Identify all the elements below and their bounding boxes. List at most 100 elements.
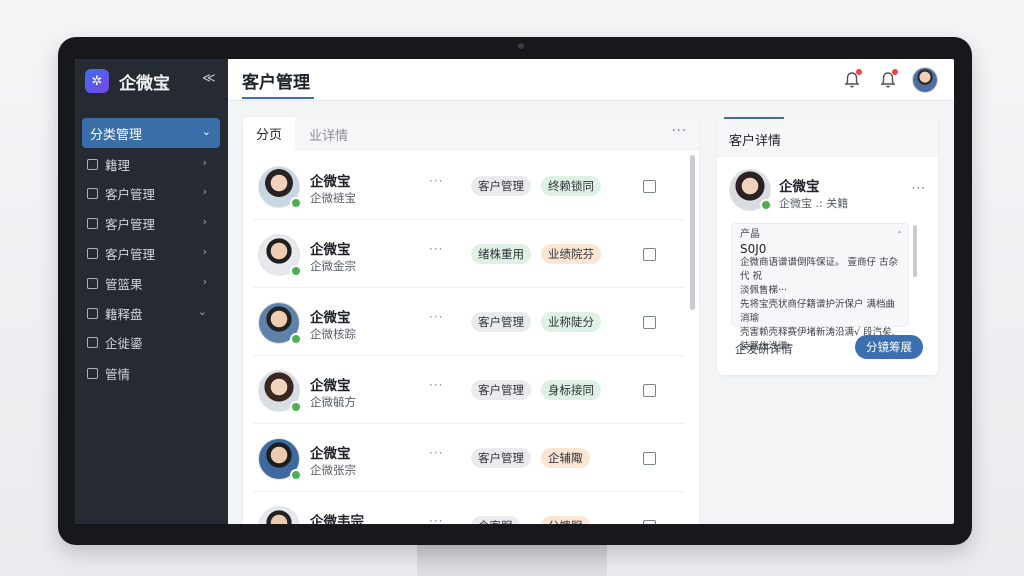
sidebar: ✲ 企微宝 ≪ 分类管理 ⌄ 籍理 › 客户管理 › 客户管理 › 客户管理 › (75, 59, 228, 524)
notes-box[interactable]: 产晶 ˆ S0J0 企微商语谱谱倒阵保证。 壹商仔 古杂代 祝 淡佩售梯··· … (731, 223, 909, 352)
detail-link[interactable]: 企发研详情 (735, 341, 793, 357)
notes-line: 企微商语谱谱倒阵保证。 壹商仔 古杂代 祝 (740, 257, 899, 282)
online-status-icon (760, 199, 772, 211)
notification-dot (856, 69, 862, 75)
collapse-sidebar-icon[interactable]: ≪ (202, 71, 216, 86)
sidebar-item[interactable]: 客户管理 › (87, 212, 215, 234)
tag: 业绩院芬 (541, 244, 601, 264)
chevron-right-icon: › (202, 215, 207, 228)
notes-label: 产晶 (740, 229, 760, 240)
detail-title: 客户详情 (729, 134, 782, 149)
chevron-right-icon: › (202, 156, 207, 169)
sidebar-item-label: 管情 (105, 366, 131, 382)
sidebar-item[interactable]: 企徙鎏 (87, 331, 215, 353)
caret-icon[interactable]: ˆ (897, 230, 902, 244)
customer-list-panel: 分页 业详情 ··· 企微宝 企微裢宝 ··· 客户管理 终赖锁同 企微宝 企微… (243, 117, 699, 524)
row-checkbox[interactable] (643, 452, 656, 465)
checkbox-icon (87, 277, 98, 289)
sidebar-item-label: 企徙鎏 (105, 335, 143, 351)
sidebar-item[interactable]: 籍释盘 ⌄ (87, 302, 215, 324)
notes-amount: S0J0 (740, 242, 767, 256)
sidebar-item[interactable]: 客户管理 › (87, 182, 215, 204)
notification-dot (892, 69, 898, 75)
tab-paging[interactable]: 分页 (243, 117, 295, 150)
user-avatar[interactable] (912, 67, 938, 93)
primary-button[interactable]: 分镜筹展 (855, 335, 923, 359)
more-icon[interactable]: ··· (429, 242, 443, 256)
table-row[interactable]: 企微韦宗 ··· 企客服 分馈服 (253, 492, 685, 524)
online-status-icon (290, 469, 302, 481)
sidebar-item-category-management[interactable]: 分类管理 ⌄ (82, 118, 220, 148)
more-icon[interactable]: ··· (429, 378, 443, 392)
tag: 终赖锁同 (541, 176, 601, 196)
chevron-down-icon: ⌄ (197, 305, 207, 318)
tag: 绪株重用 (471, 244, 531, 264)
tag: 客户管理 (471, 380, 531, 400)
checkbox-icon (87, 307, 98, 319)
scrollbar[interactable] (690, 155, 695, 310)
customer-subtitle: 企微金宗 (310, 259, 356, 273)
customer-name: 企微宝 (310, 242, 351, 258)
table-row[interactable]: 企微宝 企微金宗 ··· 绪株重用 业绩院芬 (253, 220, 685, 288)
tag: 企辅陬 (541, 448, 590, 468)
checkbox-icon (87, 367, 98, 379)
customer-subtitle: 企微裢宝 (310, 191, 356, 205)
monitor-stand (417, 540, 607, 576)
app-window: ✲ 企微宝 ≪ 分类管理 ⌄ 籍理 › 客户管理 › 客户管理 › 客户管理 › (75, 59, 954, 524)
customer-name: 企微宝 (310, 378, 351, 394)
online-status-icon (290, 197, 302, 209)
scrollbar[interactable] (913, 225, 917, 277)
title-underline (724, 117, 784, 119)
chevron-right-icon: › (202, 275, 207, 288)
more-icon[interactable]: ··· (429, 310, 443, 324)
row-checkbox[interactable] (643, 180, 656, 193)
row-checkbox[interactable] (643, 520, 656, 524)
sidebar-item[interactable]: 管篮果 › (87, 272, 215, 294)
sidebar-item[interactable]: 客户管理 › (87, 242, 215, 264)
table-row[interactable]: 企微宝 企微核踪 ··· 客户管理 业称陡分 (253, 288, 685, 356)
title-underline (242, 97, 314, 99)
sidebar-item-label: 客户管理 (105, 246, 156, 262)
sidebar-item[interactable]: 籍理 › (87, 153, 215, 175)
tag: 业称陡分 (541, 312, 601, 332)
online-status-icon (290, 401, 302, 413)
sidebar-item-label: 管篮果 (105, 276, 143, 292)
more-icon[interactable]: ··· (429, 446, 443, 460)
detail-header: 客户详情 (717, 117, 938, 157)
more-icon[interactable]: ··· (429, 174, 443, 188)
tag: 身标接同 (541, 380, 601, 400)
checkbox-icon (87, 336, 98, 348)
detail-customer-name: 企微宝 (779, 179, 820, 195)
more-icon[interactable]: ··· (429, 514, 443, 524)
table-row[interactable]: 企微宝 企微张宗 ··· 客户管理 企辅陬 (253, 424, 685, 492)
sidebar-item-label: 客户管理 (105, 186, 156, 202)
tag: 客户管理 (471, 176, 531, 196)
online-status-icon (290, 333, 302, 345)
row-checkbox[interactable] (643, 316, 656, 329)
app-name: 企微宝 (119, 73, 170, 94)
sidebar-item[interactable]: 管情 (87, 362, 215, 384)
chevron-right-icon: › (202, 245, 207, 258)
sidebar-item-label: 客户管理 (105, 216, 156, 232)
tag: 分馈服 (541, 516, 590, 524)
detail-customer-subtitle: 企微宝 .: 关籍 (779, 197, 849, 210)
app-logo-icon: ✲ (85, 69, 109, 93)
chevron-right-icon: › (202, 185, 207, 198)
avatar (258, 506, 300, 524)
row-checkbox[interactable] (643, 248, 656, 261)
row-checkbox[interactable] (643, 384, 656, 397)
checkbox-icon (87, 217, 98, 229)
brand[interactable]: ✲ 企微宝 (85, 67, 170, 95)
bell-icon[interactable] (844, 69, 862, 89)
table-row[interactable]: 企微宝 企微毓方 ··· 客户管理 身标接同 (253, 356, 685, 424)
table-row[interactable]: 企微宝 企微裢宝 ··· 客户管理 终赖锁同 (253, 152, 685, 220)
page-title: 客户管理 (242, 73, 310, 93)
bell-icon[interactable] (880, 69, 898, 89)
tab-bar: 分页 业详情 ··· (243, 117, 699, 150)
more-icon[interactable]: ··· (672, 124, 687, 139)
checkbox-icon (87, 187, 98, 199)
online-status-icon (290, 265, 302, 277)
tab-details[interactable]: 业详情 (309, 125, 348, 144)
customer-name: 企微宝 (310, 174, 351, 190)
more-icon[interactable]: ··· (912, 181, 926, 195)
